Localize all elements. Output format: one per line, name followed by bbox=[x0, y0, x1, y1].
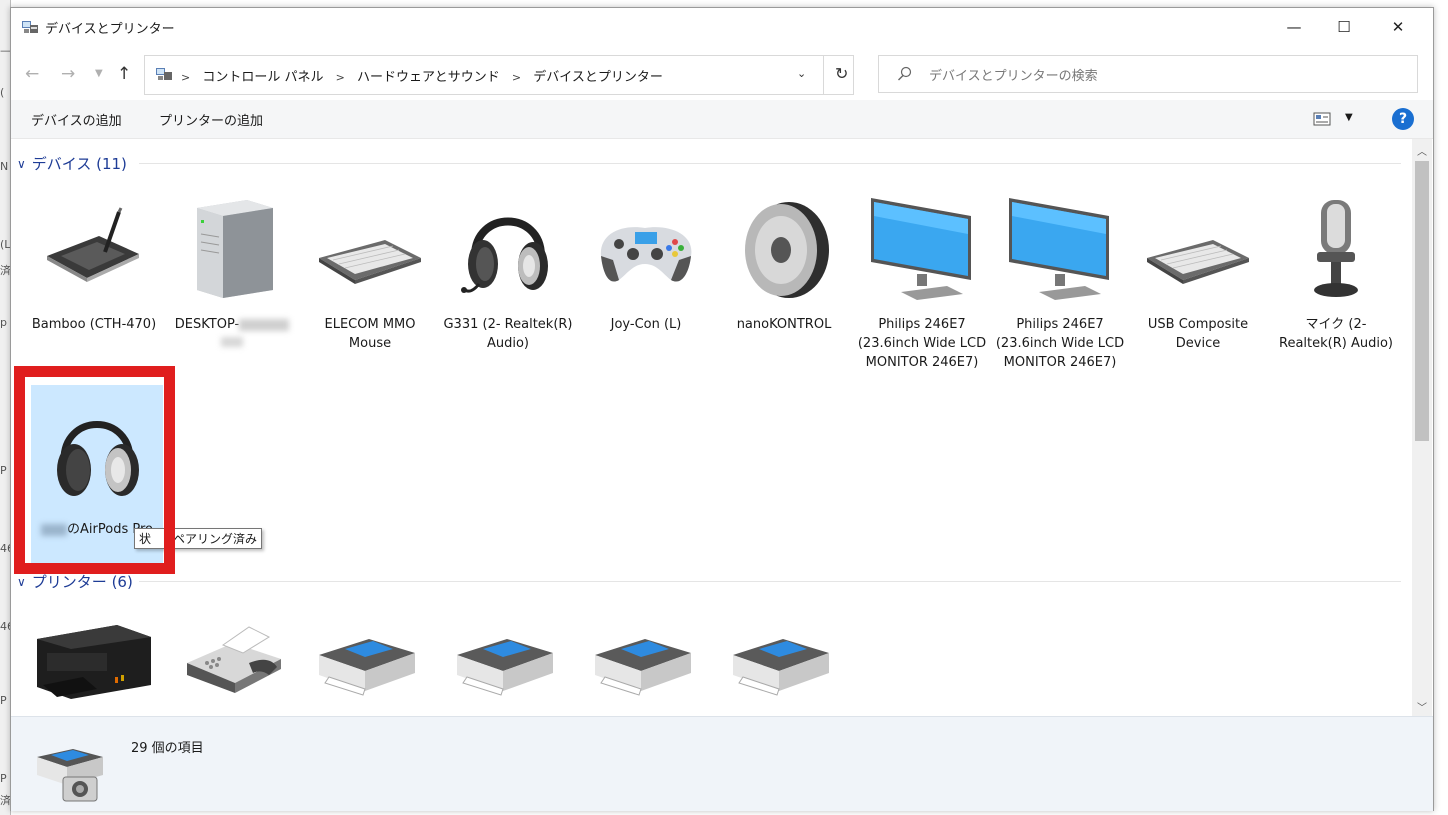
devices-content-pane: ∨ デバイス (11) Bamboo (CTH-470) DESKTOP- EL… bbox=[11, 139, 1411, 716]
add-device-button[interactable]: デバイスの追加 bbox=[31, 110, 122, 129]
refresh-icon[interactable]: ↻ bbox=[835, 64, 848, 83]
printer-icon[interactable] bbox=[591, 625, 695, 699]
speaker-icon bbox=[745, 202, 829, 298]
keyboard-icon bbox=[319, 240, 421, 284]
microphone-icon bbox=[1314, 200, 1358, 297]
close-button[interactable]: ✕ bbox=[1375, 8, 1421, 46]
view-options-chevron-icon[interactable]: ▼ bbox=[1345, 112, 1353, 123]
keyboard-icon bbox=[1147, 240, 1249, 284]
collapse-chevron-icon[interactable]: ∨ bbox=[17, 575, 26, 589]
address-bar[interactable]: > コントロール パネル > ハードウェアとサウンド > デバイスとプリンター … bbox=[144, 55, 854, 95]
gamepad-icon bbox=[600, 227, 692, 282]
monitor-icon bbox=[1009, 198, 1109, 300]
add-printer-button[interactable]: プリンターの追加 bbox=[159, 110, 263, 129]
devices-printers-large-icon bbox=[37, 749, 103, 802]
recent-locations-chevron-icon[interactable]: ▼ bbox=[95, 68, 103, 79]
fax-icon[interactable] bbox=[173, 623, 287, 699]
printer-icon[interactable] bbox=[453, 625, 557, 699]
device-label: G331 (2- Realtek(R) Audio) bbox=[443, 317, 573, 351]
monitor-icon bbox=[871, 198, 971, 300]
device-label: マイク (2- Realtek(R) Audio) bbox=[1279, 317, 1393, 351]
desktop-tower-icon bbox=[197, 200, 273, 298]
headset-icon bbox=[461, 217, 548, 293]
scroll-down-chevron-icon[interactable]: ﹀ bbox=[1417, 699, 1427, 714]
device-label: Philips 246E7 (23.6inch Wide LCD MONITOR… bbox=[857, 317, 987, 370]
breadcrumb: > コントロール パネル > ハードウェアとサウンド > デバイスとプリンター bbox=[181, 70, 663, 85]
forward-arrow-icon[interactable]: → bbox=[61, 64, 75, 84]
search-input[interactable]: デバイスとプリンターの検索 bbox=[878, 55, 1418, 93]
device-label: USB Composite Device bbox=[1147, 317, 1249, 351]
collapse-chevron-icon[interactable]: ∨ bbox=[17, 157, 26, 171]
search-placeholder: デバイスとプリンターの検索 bbox=[929, 69, 1098, 84]
window-title: デバイスとプリンター bbox=[45, 22, 175, 37]
address-row: ← → ▼ ↑ > コントロール パネル > ハードウェアとサウンド > デバイ… bbox=[11, 46, 1433, 100]
control-panel-icon bbox=[156, 68, 172, 80]
breadcrumb-item-control-panel[interactable]: コントロール パネル bbox=[202, 70, 323, 85]
printers-group-header[interactable]: ∨ プリンター (6) bbox=[17, 571, 133, 592]
device-label: ELECOM MMO Mouse bbox=[324, 317, 416, 351]
printer-icon[interactable] bbox=[315, 625, 419, 699]
help-icon[interactable]: ? bbox=[1392, 108, 1414, 130]
details-pane: 29 個の項目 bbox=[11, 716, 1433, 811]
maximize-button[interactable]: ☐ bbox=[1321, 8, 1367, 46]
device-label: nanoKONTROL bbox=[736, 317, 832, 332]
breadcrumb-item-hardware-sound[interactable]: ハードウェアとサウンド bbox=[357, 70, 500, 85]
devices-printers-icon bbox=[22, 21, 38, 33]
breadcrumb-item-devices-printers[interactable]: デバイスとプリンター bbox=[533, 70, 663, 85]
scroll-up-chevron-icon[interactable]: ︿ bbox=[1417, 143, 1427, 158]
device-label: Joy-Con (L) bbox=[610, 317, 682, 332]
back-arrow-icon[interactable]: ← bbox=[25, 64, 39, 84]
inkjet-printer-icon[interactable] bbox=[31, 619, 157, 699]
search-icon bbox=[898, 66, 912, 81]
minimize-button[interactable]: — bbox=[1271, 8, 1317, 46]
device-label: DESKTOP- bbox=[167, 315, 297, 353]
up-arrow-icon[interactable]: ↑ bbox=[117, 64, 131, 84]
command-bar: デバイスの追加 プリンターの追加 ▼ ? bbox=[11, 100, 1433, 139]
devices-group-header[interactable]: ∨ デバイス (11) bbox=[17, 153, 127, 174]
title-bar: デバイスとプリンター — ☐ ✕ bbox=[11, 8, 1433, 46]
vertical-scrollbar[interactable]: ︿ ﹀ bbox=[1412, 139, 1432, 716]
item-count: 29 個の項目 bbox=[131, 741, 204, 756]
change-view-icon[interactable] bbox=[1313, 112, 1331, 126]
devices-and-printers-window: デバイスとプリンター — ☐ ✕ ← → ▼ ↑ > コントロール パネル > … bbox=[10, 7, 1434, 811]
highlight-annotation-box bbox=[14, 366, 175, 574]
device-label: Philips 246E7 (23.6inch Wide LCD MONITOR… bbox=[995, 317, 1125, 370]
device-label: Bamboo (CTH-470) bbox=[31, 317, 157, 332]
printer-icon[interactable] bbox=[729, 625, 833, 699]
pen-tablet-icon bbox=[47, 207, 139, 282]
address-dropdown-chevron-icon[interactable]: ⌄ bbox=[797, 67, 806, 80]
scrollbar-thumb[interactable] bbox=[1415, 161, 1429, 441]
